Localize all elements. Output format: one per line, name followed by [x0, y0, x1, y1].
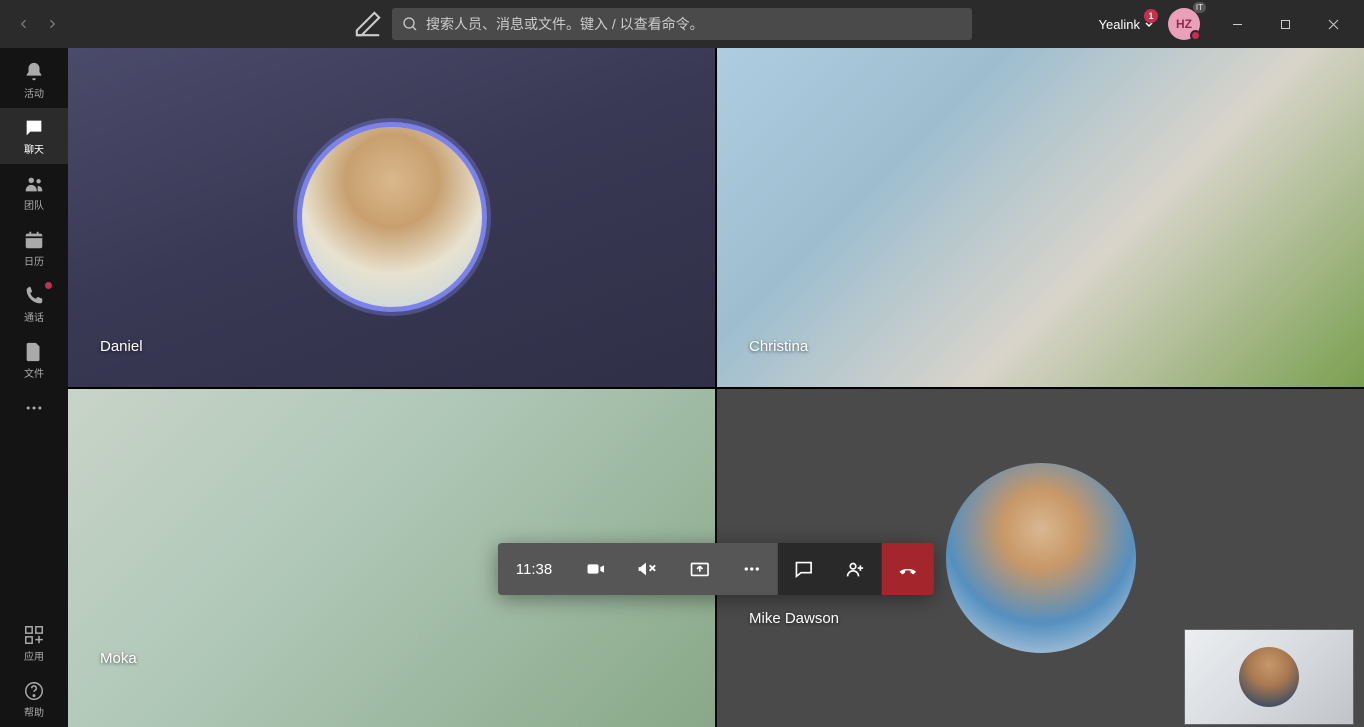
participant-name: Mike Dawson [749, 610, 839, 627]
phone-icon [23, 285, 45, 307]
video-grid: Daniel Christina Moka Mike Dawson [68, 48, 1364, 727]
people-icon [845, 558, 867, 580]
apps-icon [23, 624, 45, 646]
search-placeholder: 搜索人员、消息或文件。键入 / 以查看命令。 [426, 14, 704, 34]
app-rail: 活动 聊天 团队 日历 通话 文件 应用 [0, 48, 68, 727]
participant-name: Christina [749, 338, 808, 355]
call-duration: 11:38 [498, 561, 570, 578]
avatar-tag: IT [1193, 2, 1206, 13]
hangup-button[interactable] [882, 543, 934, 595]
help-icon [23, 680, 45, 702]
share-screen-button[interactable] [674, 543, 726, 595]
participant-tile-daniel[interactable]: Daniel [68, 48, 715, 387]
rail-calendar[interactable]: 日历 [0, 220, 68, 276]
rail-apps[interactable]: 应用 [0, 615, 68, 671]
rail-files[interactable]: 文件 [0, 332, 68, 388]
app-body: 活动 聊天 团队 日历 通话 文件 应用 [0, 48, 1364, 727]
rail-label: 帮助 [24, 704, 44, 719]
participants-button[interactable] [830, 543, 882, 595]
org-name: Yealink [1099, 17, 1140, 32]
rail-activity[interactable]: 活动 [0, 52, 68, 108]
search-input[interactable]: 搜索人员、消息或文件。键入 / 以查看命令。 [392, 8, 972, 40]
user-avatar[interactable]: HZ IT [1168, 8, 1200, 40]
file-icon [23, 341, 45, 363]
rail-label: 聊天 [24, 141, 44, 156]
rail-calls[interactable]: 通话 [0, 276, 68, 332]
self-video [1239, 647, 1299, 707]
hangup-icon [897, 558, 919, 580]
rail-teams[interactable]: 团队 [0, 164, 68, 220]
participant-name: Moka [100, 650, 137, 667]
rail-label: 日历 [24, 253, 44, 268]
chat-panel-button[interactable] [778, 543, 830, 595]
share-icon [689, 558, 711, 580]
rail-label: 通话 [24, 309, 44, 324]
compose-button[interactable] [352, 8, 384, 40]
teams-icon [23, 173, 45, 195]
rail-chat[interactable]: 聊天 [0, 108, 68, 164]
camera-icon [585, 558, 607, 580]
rail-label: 应用 [24, 648, 44, 663]
rail-label: 活动 [24, 85, 44, 100]
more-icon [741, 558, 763, 580]
mic-toggle-button[interactable] [622, 543, 674, 595]
rail-label: 团队 [24, 197, 44, 212]
video-grid-area: Daniel Christina Moka Mike Dawson 11:38 [68, 48, 1364, 727]
window-controls [1214, 8, 1356, 40]
rail-more[interactable] [0, 388, 68, 428]
maximize-button[interactable] [1262, 8, 1308, 40]
nav-back-button[interactable] [12, 12, 36, 36]
participant-tile-christina[interactable]: Christina [717, 48, 1364, 387]
chat-icon [23, 117, 45, 139]
more-icon [24, 398, 44, 418]
title-bar: 搜索人员、消息或文件。键入 / 以查看命令。 Yealink 1 HZ IT [0, 0, 1364, 48]
participant-name: Daniel [100, 338, 143, 355]
calendar-icon [23, 229, 45, 251]
search-icon [402, 16, 418, 32]
rail-help[interactable]: 帮助 [0, 671, 68, 727]
notification-dot [45, 282, 52, 289]
nav-arrows [12, 12, 64, 36]
call-control-bar: 11:38 [498, 543, 934, 595]
minimize-button[interactable] [1214, 8, 1260, 40]
org-dropdown[interactable]: Yealink 1 [1099, 17, 1154, 32]
org-notification-badge: 1 [1144, 9, 1158, 23]
bell-icon [23, 61, 45, 83]
camera-toggle-button[interactable] [570, 543, 622, 595]
self-view-pip[interactable] [1184, 629, 1354, 725]
more-actions-button[interactable] [726, 543, 778, 595]
chat-icon [793, 558, 815, 580]
close-button[interactable] [1310, 8, 1356, 40]
nav-forward-button[interactable] [40, 12, 64, 36]
participant-avatar [297, 122, 487, 312]
mic-muted-icon [637, 558, 659, 580]
presence-indicator [1190, 30, 1201, 41]
participant-avatar [946, 463, 1136, 653]
rail-label: 文件 [24, 365, 44, 380]
